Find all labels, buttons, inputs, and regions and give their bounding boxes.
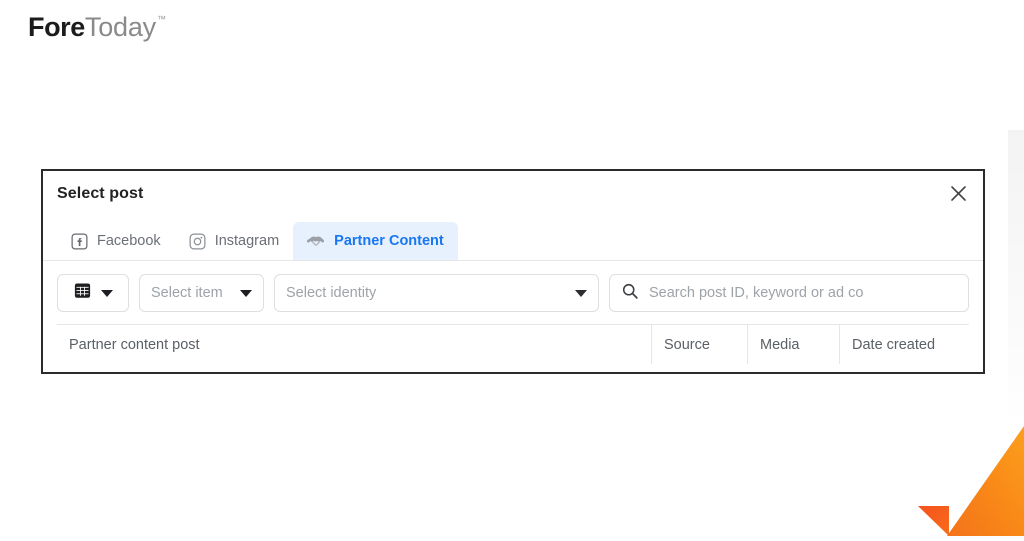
select-identity-label: Select identity [286, 285, 377, 301]
brand-logo-trademark: ™ [156, 14, 166, 24]
dialog-header: Select post [43, 171, 983, 217]
chevron-down-icon [575, 289, 587, 297]
tab-strip: Facebook Instagram Partner Content [43, 217, 983, 261]
select-post-dialog: Select post Facebook Instagram Partner C… [41, 169, 985, 374]
tab-facebook-label: Facebook [97, 233, 161, 249]
brand-logo: Fore Today ™ [28, 14, 166, 41]
search-input[interactable] [649, 285, 957, 301]
column-header-media[interactable]: Media [747, 325, 839, 364]
grid-icon [73, 281, 92, 305]
chevron-down-icon [240, 289, 252, 297]
column-header-post[interactable]: Partner content post [57, 325, 651, 364]
chevron-down-icon [101, 289, 113, 297]
handshake-icon [307, 234, 325, 249]
instagram-icon [189, 233, 206, 250]
select-identity-dropdown[interactable]: Select identity [274, 274, 599, 312]
facebook-icon [71, 233, 88, 250]
right-edge-band [1008, 130, 1024, 430]
close-icon [950, 185, 967, 202]
tab-instagram-label: Instagram [214, 233, 280, 249]
table-header-row: Partner content post Source Media Date c… [57, 324, 969, 364]
select-item-dropdown[interactable]: Select item [139, 274, 264, 312]
search-icon [621, 282, 639, 305]
view-selector-dropdown[interactable] [57, 274, 129, 312]
brand-logo-fore: Fore [28, 12, 85, 42]
column-header-date[interactable]: Date created [839, 325, 969, 364]
close-button[interactable] [943, 178, 973, 208]
select-item-label: Select item [151, 285, 223, 301]
column-header-source[interactable]: Source [651, 325, 747, 364]
filter-row: Select item Select identity [43, 261, 983, 323]
orange-ribbon-graphic [900, 418, 1024, 536]
tab-facebook[interactable]: Facebook [57, 222, 175, 260]
search-box[interactable] [609, 274, 969, 312]
tab-partner-content-label: Partner Content [334, 233, 444, 249]
brand-logo-today: Today [84, 12, 156, 42]
tab-partner-content[interactable]: Partner Content [293, 222, 458, 260]
page-title: Select post [57, 185, 144, 202]
tab-instagram[interactable]: Instagram [175, 222, 293, 260]
